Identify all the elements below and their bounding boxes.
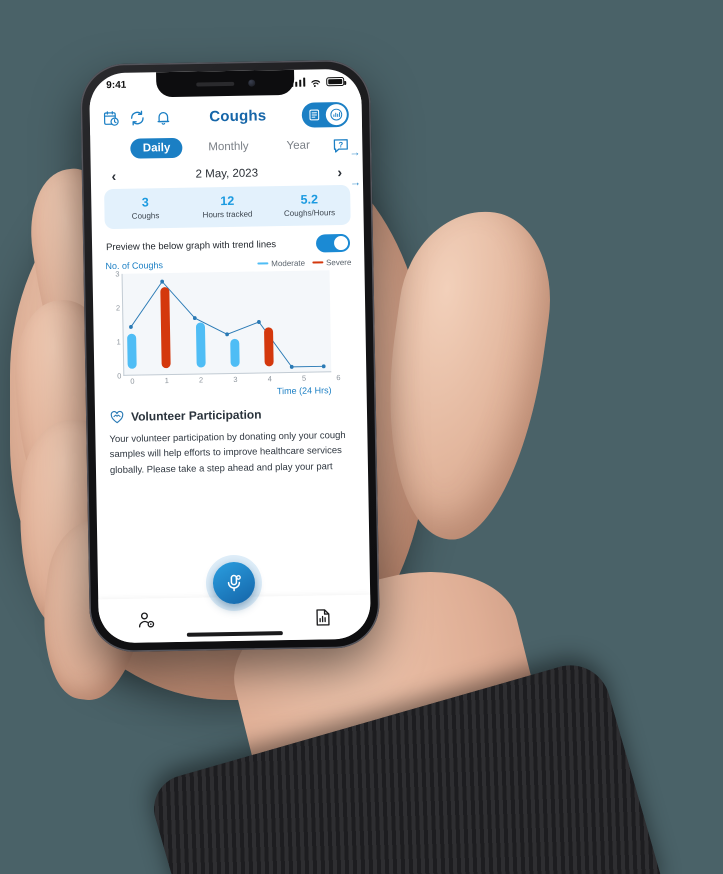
volunteer-header: Volunteer Participation: [109, 405, 353, 425]
current-date: 2 May, 2023: [195, 167, 259, 181]
wifi-icon: [311, 79, 321, 87]
right-arrow-icon[interactable]: →: [349, 147, 360, 159]
legend-label-severe: Severe: [325, 257, 352, 267]
calendar-clock-icon[interactable]: [103, 110, 120, 127]
stat-coughs-label: Coughs: [131, 210, 160, 221]
battery-icon: [326, 76, 345, 87]
switch-knob: [333, 235, 349, 251]
chart-y-tick: 1: [116, 337, 121, 347]
stat-cph-label: Coughs/Hours: [283, 207, 336, 218]
chart-x-tick: 3: [233, 374, 238, 384]
chart-bar[interactable]: [127, 333, 137, 369]
trendline-toggle-label: Preview the below graph with trend lines: [105, 238, 277, 253]
period-tabs: Daily Monthly Year ?: [90, 131, 362, 166]
trendline-toggle-row: Preview the below graph with trend lines: [92, 225, 365, 262]
tab-monthly[interactable]: Monthly: [196, 136, 261, 157]
home-indicator: [186, 631, 283, 637]
volunteer-title: Volunteer Participation: [130, 407, 262, 424]
legend-swatch-moderate: [257, 262, 269, 265]
tab-year[interactable]: Year: [274, 135, 322, 156]
sync-icon[interactable]: [129, 109, 146, 126]
bell-icon[interactable]: [155, 109, 172, 126]
stat-coughs-value: 3: [141, 195, 149, 210]
header-left-icons: [103, 109, 172, 127]
chart-y-tick: 0: [117, 371, 122, 381]
record-fab-halo: [205, 554, 263, 612]
status-time: 9:41: [106, 79, 127, 92]
chart-x-tick: 6: [336, 373, 341, 383]
stat-hours-label: Hours tracked: [202, 209, 253, 220]
prev-date-button[interactable]: ‹: [107, 168, 121, 184]
legend-item-severe: Severe: [312, 257, 352, 267]
report-document-icon[interactable]: [312, 607, 332, 627]
legend-label-moderate: Moderate: [271, 258, 306, 268]
chart-y-tick: 2: [115, 303, 121, 313]
trend-line-points: [129, 279, 326, 369]
status-indicators: [290, 76, 345, 87]
stat-coughs-per-hour: 5.2 Coughs/Hours: [268, 192, 350, 219]
chart-bar[interactable]: [230, 338, 240, 367]
svg-text:?: ?: [338, 140, 343, 149]
view-mode-toggle[interactable]: [301, 101, 350, 128]
chart-x-tick: 1: [164, 376, 169, 386]
bottom-navigation: [98, 554, 371, 644]
chart-bar[interactable]: [195, 322, 206, 368]
cough-chart: No. of Coughs Moderate Severe 0123012345…: [92, 147, 366, 400]
right-arrow-icon[interactable]: →: [350, 177, 361, 189]
stat-coughs: 3 Coughs: [104, 195, 186, 222]
stat-hours-tracked: 12 Hours tracked: [186, 193, 268, 220]
trendline-switch[interactable]: [315, 233, 351, 253]
phone-device: 9:41 Coughs Daily Monthly Year ? ‹ 2 May…: [79, 59, 381, 653]
help-chat-icon[interactable]: ?: [332, 136, 349, 153]
phone-screen: 9:41 Coughs Daily Monthly Year ? ‹ 2 May…: [89, 68, 371, 644]
volunteer-description: Your volunteer participation by donating…: [109, 430, 346, 476]
chart-y-tick: 3: [115, 269, 120, 279]
chart-bar[interactable]: [264, 327, 275, 367]
app-header: Coughs: [89, 93, 363, 136]
chart-bar[interactable]: [160, 287, 172, 369]
notch: [156, 69, 295, 98]
chart-legend: Moderate Severe: [257, 257, 351, 268]
next-date-button[interactable]: ›: [333, 164, 347, 180]
legend-swatch-severe: [312, 261, 324, 264]
chart-view-icon[interactable]: [325, 103, 347, 126]
stat-cph-value: 5.2: [300, 192, 319, 207]
handshake-heart-icon: [110, 410, 124, 424]
earpiece-speaker: [195, 81, 234, 87]
stat-hours-value: 12: [220, 193, 235, 209]
chart-plot-area[interactable]: 0 1 2 3 0 1 2 3 4 5 6: [115, 269, 340, 385]
user-settings-icon[interactable]: [136, 610, 156, 630]
legend-item-moderate: Moderate: [257, 258, 305, 268]
tab-daily[interactable]: Daily: [130, 137, 183, 159]
microphone-icon: [227, 574, 241, 592]
summary-stats: 3 Coughs 12 Hours tracked 5.2 Coughs/Hou…: [104, 184, 351, 230]
chart-x-tick: 0: [130, 376, 135, 386]
chart-x-tick: 4: [267, 374, 272, 384]
chart-x-tick: 5: [301, 373, 307, 383]
page-title: Coughs: [209, 107, 267, 126]
chart-x-tick: 2: [198, 375, 204, 385]
front-camera-icon: [247, 79, 255, 87]
list-view-icon[interactable]: [304, 104, 325, 125]
microphone-record-button[interactable]: [212, 561, 256, 605]
